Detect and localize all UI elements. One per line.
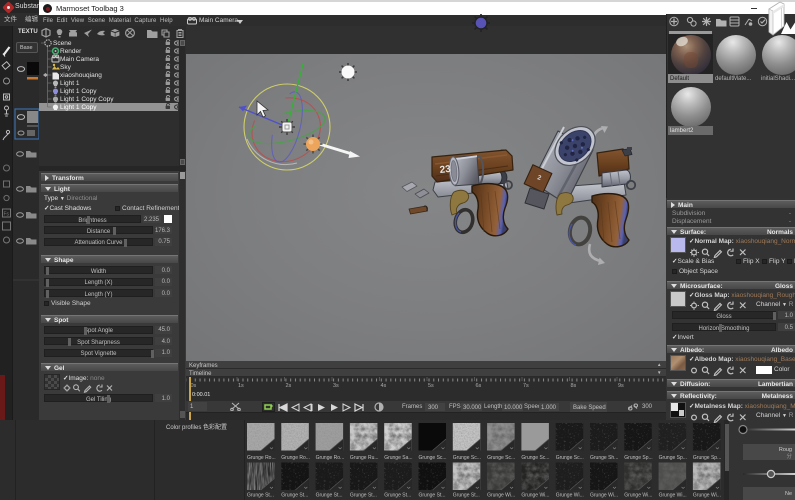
svg-text:3s: 3s (333, 383, 339, 389)
svg-text:Grunge Ro...: Grunge Ro... (247, 455, 276, 461)
svg-text:Grunge St...: Grunge St... (247, 493, 274, 499)
svg-text:9s: 9s (618, 383, 624, 389)
svg-text:Grunge Wi...: Grunge Wi... (693, 493, 721, 499)
svg-text:0:00.01: 0:00.01 (192, 392, 210, 398)
svg-text:分: 分 (786, 452, 792, 460)
svg-text:Grunge Ro...: Grunge Ro... (316, 455, 345, 461)
svg-text:Grunge Wi...: Grunge Wi... (624, 493, 652, 499)
svg-text:Grunge Sc...: Grunge Sc... (419, 455, 447, 461)
svg-text:0s: 0s (191, 383, 197, 389)
svg-text:Grunge Ru...: Grunge Ru... (350, 455, 379, 461)
svg-text:5s: 5s (428, 383, 434, 389)
svg-text:6s: 6s (476, 383, 482, 389)
svg-text:8s: 8s (571, 383, 577, 389)
svg-text:2s: 2s (286, 383, 292, 389)
svg-text:Grunge Sc...: Grunge Sc... (556, 455, 584, 461)
svg-text:Grunge Sc...: Grunge Sc... (487, 455, 515, 461)
svg-text:Grunge Wi...: Grunge Wi... (487, 493, 515, 499)
svg-text:Grunge St...: Grunge St... (350, 493, 377, 499)
svg-text:Grunge Sp...: Grunge Sp... (693, 455, 721, 461)
svg-text:Grunge Wi...: Grunge Wi... (659, 493, 687, 499)
svg-text:Grunge Sa...: Grunge Sa... (384, 455, 412, 461)
svg-text:Roug: Roug (779, 447, 792, 453)
svg-text:Grunge St...: Grunge St... (453, 493, 480, 499)
svg-text:Grunge Sh...: Grunge Sh... (590, 455, 618, 461)
svg-text:Grunge Sc...: Grunge Sc... (521, 455, 549, 461)
svg-text:Grunge Ro...: Grunge Ro... (281, 455, 310, 461)
svg-text:1s: 1s (238, 383, 244, 389)
svg-text:Fs: Fs (4, 212, 10, 218)
svg-text:Grunge St...: Grunge St... (281, 493, 308, 499)
svg-text:Ne: Ne (785, 491, 792, 497)
svg-text:4s: 4s (381, 383, 387, 389)
svg-text:Grunge Wi...: Grunge Wi... (590, 493, 618, 499)
svg-text:7s: 7s (523, 383, 529, 389)
svg-text:Grunge Sc...: Grunge Sc... (453, 455, 481, 461)
svg-text:Grunge St...: Grunge St... (316, 493, 343, 499)
svg-text:Grunge Sp...: Grunge Sp... (624, 455, 652, 461)
svg-text:Grunge Sp...: Grunge Sp... (659, 455, 687, 461)
svg-text:Grunge Wi...: Grunge Wi... (521, 493, 549, 499)
svg-text:Grunge St...: Grunge St... (384, 493, 411, 499)
svg-text:Grunge Wi...: Grunge Wi... (556, 493, 584, 499)
svg-text:Grunge St...: Grunge St... (419, 493, 446, 499)
svg-text:23: 23 (439, 164, 452, 176)
